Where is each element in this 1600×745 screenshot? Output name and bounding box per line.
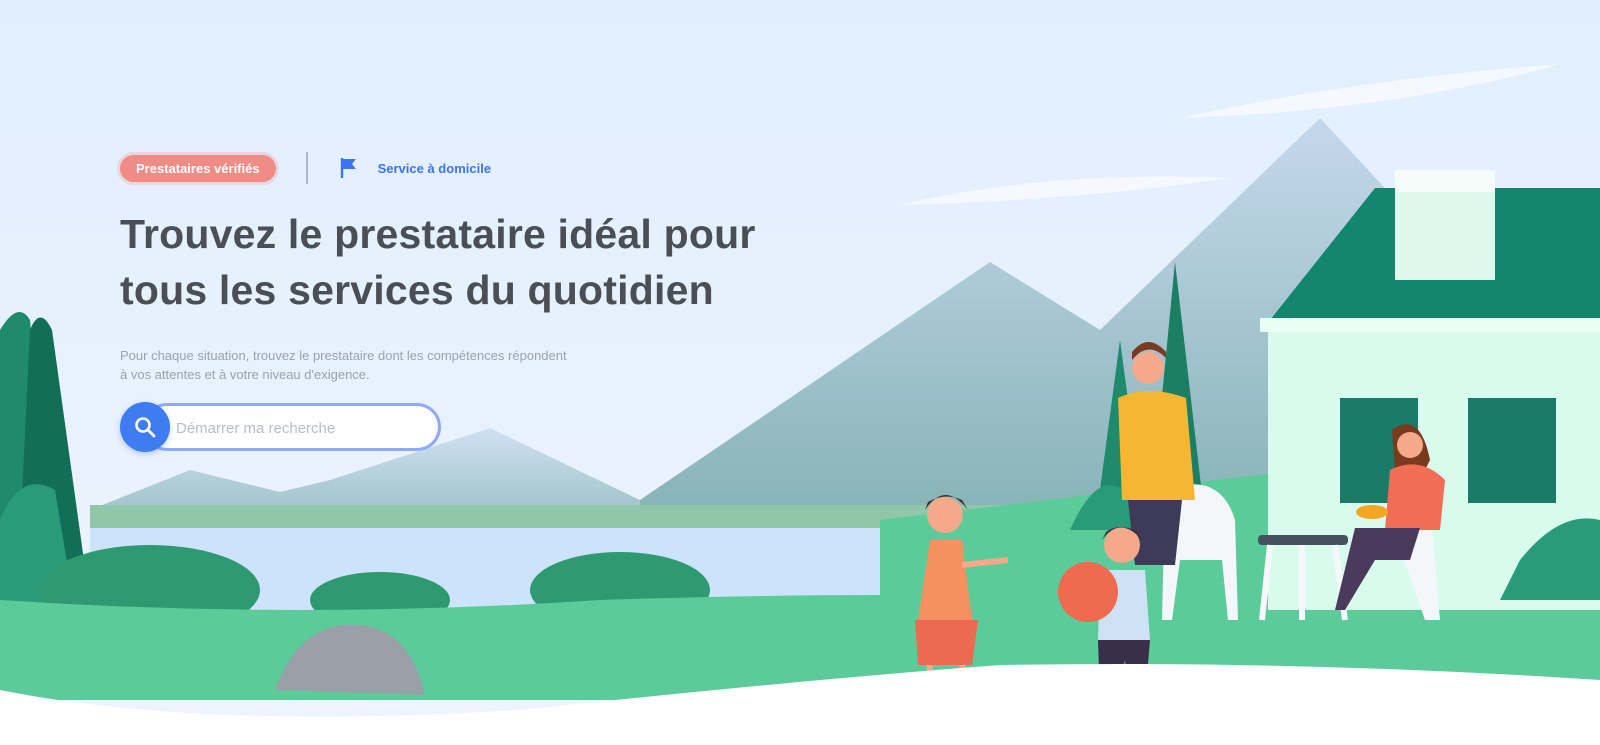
search-icon: [135, 417, 156, 438]
hero-description: Pour chaque situation, trouvez le presta…: [120, 346, 680, 384]
service-chip-label: Service à domicile: [377, 160, 492, 176]
hero-section: Prestataires vérifiés Service à domicile…: [120, 150, 760, 452]
description-line-1: Pour chaque situation, trouvez le presta…: [120, 348, 567, 363]
service-chip[interactable]: Service à domicile: [338, 156, 491, 180]
description-line-2: à vos attentes et à votre niveau d'exige…: [120, 367, 370, 382]
page-title: Trouvez le prestataire idéal pour tous l…: [120, 206, 760, 318]
search-button[interactable]: [120, 402, 170, 452]
search-input[interactable]: [174, 406, 428, 450]
verified-badge: Prestataires vérifiés: [120, 154, 276, 182]
badge-row: Prestataires vérifiés Service à domicile: [120, 150, 760, 186]
divider: [305, 152, 308, 184]
search-bar: [120, 402, 442, 452]
title-line-2: tous les services du quotidien: [120, 267, 714, 313]
title-line-1: Trouvez le prestataire idéal pour: [120, 211, 756, 257]
flag-icon: [340, 158, 356, 178]
search-box: [146, 406, 438, 450]
